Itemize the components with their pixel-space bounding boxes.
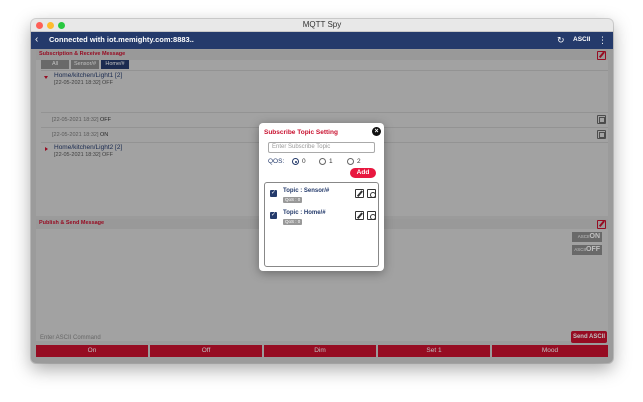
ascii-toggle[interactable]: ASCII bbox=[573, 36, 590, 43]
edit-pencil-icon[interactable] bbox=[355, 211, 364, 220]
window-title: MQTT Spy bbox=[302, 20, 342, 29]
connection-status: Connected with iot.memighty.com:8883.. bbox=[49, 35, 194, 44]
subscription-checkbox[interactable]: ✓ bbox=[270, 212, 277, 219]
back-icon[interactable]: ‹ bbox=[35, 34, 38, 46]
qos-2-radio[interactable] bbox=[347, 158, 354, 165]
qos-2-label: 2 bbox=[357, 158, 361, 165]
qos-label: QOS: bbox=[268, 158, 285, 165]
subscription-qos-badge: QoS : 0 bbox=[283, 197, 303, 203]
edit-pencil-icon[interactable] bbox=[355, 189, 364, 198]
qos-1-label: 1 bbox=[329, 158, 333, 165]
subscription-item: ✓ Topic : Sensor/# QoS : 0 bbox=[265, 187, 378, 207]
qos-1-radio[interactable] bbox=[319, 158, 326, 165]
more-menu-icon[interactable]: ⋮ bbox=[598, 34, 607, 46]
subscription-list: ✓ Topic : Sensor/# QoS : 0 ✓ Topic : Hom… bbox=[264, 182, 379, 267]
app-header: ‹ Connected with iot.memighty.com:8883..… bbox=[31, 32, 613, 49]
subscribe-topic-dialog: Subscribe Topic Setting × Enter Subscrib… bbox=[259, 123, 384, 271]
subscription-topic: Topic : Home/# bbox=[283, 210, 326, 216]
subscription-topic: Topic : Sensor/# bbox=[283, 188, 330, 194]
settings-icon[interactable] bbox=[367, 189, 376, 198]
qos-0-radio[interactable] bbox=[292, 158, 299, 165]
qos-0-label: 0 bbox=[302, 158, 306, 165]
subscription-qos-badge: QoS : 0 bbox=[283, 219, 303, 225]
window-titlebar: MQTT Spy bbox=[31, 19, 613, 32]
close-icon[interactable]: × bbox=[372, 127, 381, 136]
refresh-icon[interactable]: ↻ bbox=[557, 34, 565, 46]
add-subscription-button[interactable]: Add bbox=[350, 168, 376, 178]
subscription-checkbox[interactable]: ✓ bbox=[270, 190, 277, 197]
subscription-item: ✓ Topic : Home/# QoS : 0 bbox=[265, 209, 378, 229]
settings-icon[interactable] bbox=[367, 211, 376, 220]
subscribe-topic-input[interactable]: Enter Subscribe Topic bbox=[268, 142, 375, 153]
dialog-title: Subscribe Topic Setting bbox=[264, 129, 338, 136]
